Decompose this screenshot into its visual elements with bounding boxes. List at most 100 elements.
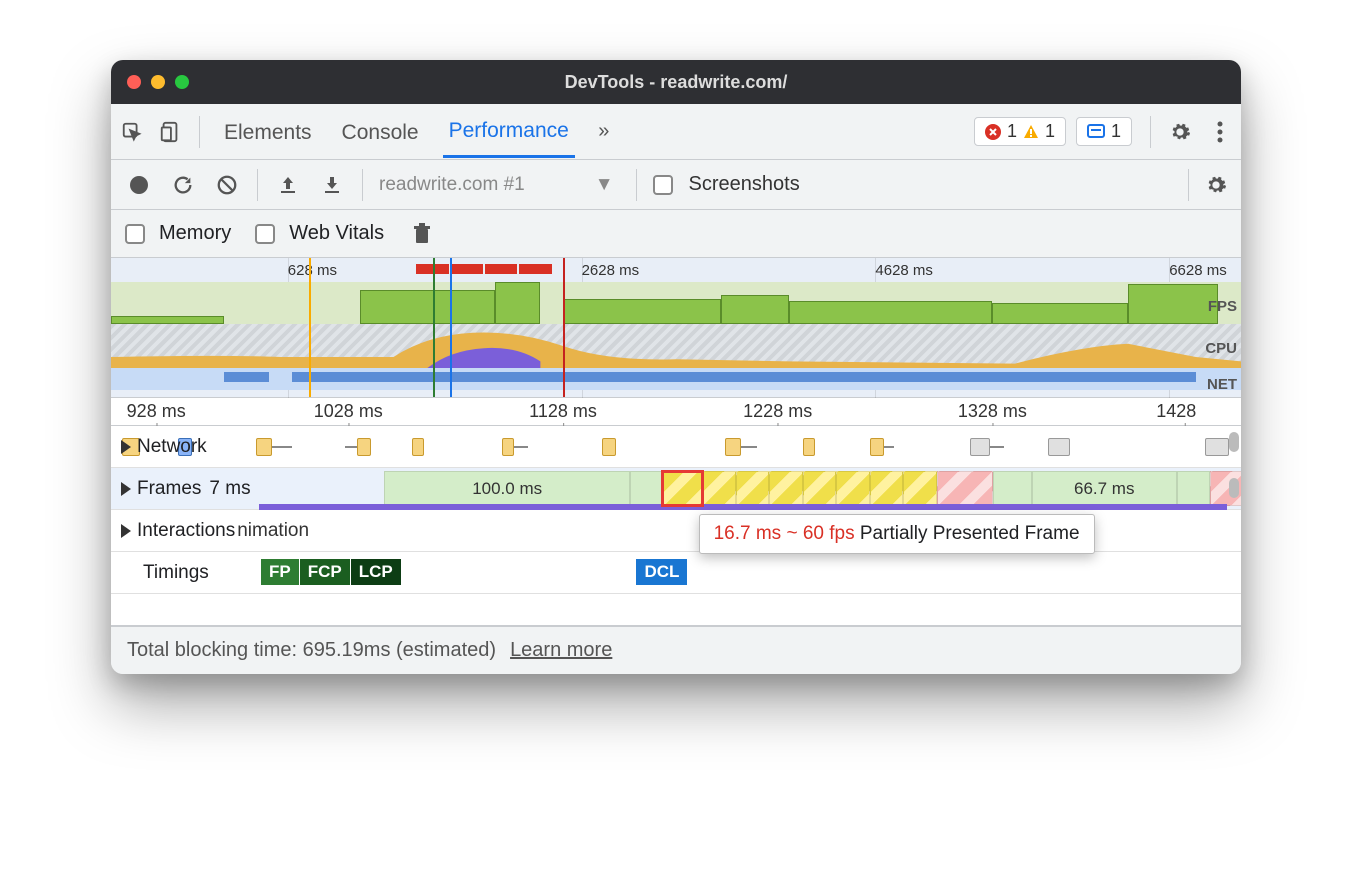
cpu-label: CPU	[1205, 340, 1237, 357]
ruler-tick: 1028 ms	[314, 401, 383, 422]
frame-block[interactable]	[903, 471, 936, 506]
frame-block[interactable]	[803, 471, 836, 506]
gc-button[interactable]	[412, 223, 432, 245]
tooltip-red: 16.7 ms ~ 60 fps	[714, 523, 855, 544]
memory-checkbox[interactable]	[125, 224, 145, 244]
error-count: 1	[1007, 121, 1017, 142]
load-profile-button[interactable]	[274, 171, 302, 199]
save-profile-button[interactable]	[318, 171, 346, 199]
frames-lane: 100.0 ms 66.7 ms	[111, 471, 1227, 506]
frame-block[interactable]: 66.7 ms	[1032, 471, 1177, 506]
issues-count: 1	[1111, 121, 1121, 142]
frame-block[interactable]	[937, 471, 993, 506]
main-tabbar: Elements Console Performance » 1 1 1	[111, 104, 1241, 160]
clear-button[interactable]	[213, 171, 241, 199]
timing-dcl[interactable]: DCL	[636, 559, 687, 585]
tooltip-label: Partially Presented Frame	[860, 523, 1080, 544]
inspect-icon[interactable]	[121, 121, 143, 143]
frame-block[interactable]	[769, 471, 802, 506]
minimize-icon[interactable]	[151, 75, 165, 89]
reload-record-button[interactable]	[169, 171, 197, 199]
ruler-tick: 928 ms	[127, 401, 186, 422]
tab-console[interactable]: Console	[336, 107, 425, 157]
device-toggle-icon[interactable]	[159, 121, 181, 143]
learn-more-link[interactable]: Learn more	[510, 639, 612, 662]
overview-marker	[450, 258, 452, 397]
overview-net	[111, 368, 1241, 390]
issues-badge[interactable]: 1	[1076, 117, 1132, 146]
overview-tick: 628 ms	[288, 262, 337, 279]
record-button[interactable]	[125, 171, 153, 199]
screenshots-label: Screenshots	[689, 173, 800, 196]
expand-icon[interactable]	[121, 482, 131, 496]
track-label: Timings	[143, 562, 209, 584]
frame-block[interactable]	[702, 471, 735, 506]
track-label: Frames	[137, 478, 201, 500]
titlebar: DevTools - readwrite.com/	[111, 60, 1241, 104]
track-timings[interactable]: Timings FPFCPLCP DCL	[111, 552, 1241, 594]
frame-block[interactable]	[836, 471, 869, 506]
webvitals-label: Web Vitals	[289, 222, 384, 245]
overview-panel[interactable]: 628 ms 2628 ms 4628 ms 6628 ms FPS CPU	[111, 258, 1241, 398]
ruler-tick: 1328 ms	[958, 401, 1027, 422]
track-label: Interactions	[137, 520, 235, 542]
chevron-down-icon: ▼	[595, 174, 614, 196]
overview-fps	[111, 282, 1241, 324]
session-select[interactable]: readwrite.com #1 ▼	[379, 174, 620, 196]
kebab-icon[interactable]	[1209, 121, 1231, 143]
frame-block[interactable]	[1177, 471, 1210, 506]
timing-fcp[interactable]: FCP	[300, 559, 350, 585]
console-status-badge[interactable]: 1 1	[974, 117, 1066, 146]
expand-icon[interactable]	[121, 440, 131, 454]
timing-lcp[interactable]: LCP	[351, 559, 401, 585]
track-network[interactable]: Network	[111, 426, 1241, 468]
memory-label: Memory	[159, 222, 231, 245]
perf-toolbar: readwrite.com #1 ▼ Screenshots	[111, 160, 1241, 210]
zoom-icon[interactable]	[175, 75, 189, 89]
warning-count: 1	[1045, 121, 1055, 142]
frame-duration: 7 ms	[209, 478, 250, 500]
track-empty	[111, 594, 1241, 626]
capture-settings-icon[interactable]	[1205, 174, 1227, 196]
scrollbar-thumb[interactable]	[1229, 432, 1239, 452]
overview-cpu	[111, 324, 1241, 368]
frame-block[interactable]: 100.0 ms	[384, 471, 630, 506]
overview-tick: 4628 ms	[875, 262, 933, 279]
warning-icon	[1023, 124, 1039, 140]
window-controls	[127, 75, 189, 89]
frame-block[interactable]	[630, 471, 663, 506]
tab-performance[interactable]: Performance	[443, 105, 575, 158]
interactions-bar	[259, 504, 1227, 510]
track-label: Network	[137, 436, 207, 458]
timeline-ruler[interactable]: 928 ms 1028 ms 1128 ms 1228 ms 1328 ms 1…	[111, 398, 1241, 426]
issues-icon	[1087, 124, 1105, 140]
overview-marker	[433, 258, 435, 397]
window-title: DevTools - readwrite.com/	[111, 72, 1241, 93]
perf-options: Memory Web Vitals	[111, 210, 1241, 258]
scrollbar-thumb[interactable]	[1229, 478, 1239, 498]
close-icon[interactable]	[127, 75, 141, 89]
net-label: NET	[1207, 376, 1237, 393]
fps-label: FPS	[1208, 298, 1237, 315]
frame-block[interactable]	[993, 471, 1032, 506]
frame-block[interactable]	[870, 471, 903, 506]
tab-elements[interactable]: Elements	[218, 107, 318, 157]
overview-marker	[563, 258, 565, 397]
overview-tick: 6628 ms	[1169, 262, 1227, 279]
error-icon	[985, 124, 1001, 140]
expand-icon[interactable]	[121, 524, 131, 538]
overview-tick: 2628 ms	[582, 262, 640, 279]
network-lane	[111, 432, 1227, 461]
overview-marker	[309, 258, 311, 397]
more-tabs-icon[interactable]: »	[593, 121, 615, 143]
blocking-time-label: Total blocking time: 695.19ms (estimated…	[127, 639, 496, 662]
session-label: readwrite.com #1	[379, 174, 525, 196]
webvitals-checkbox[interactable]	[255, 224, 275, 244]
screenshots-checkbox[interactable]	[653, 175, 673, 195]
footer: Total blocking time: 695.19ms (estimated…	[111, 626, 1241, 674]
frame-tooltip: 16.7 ms ~ 60 fps Partially Presented Fra…	[699, 514, 1095, 554]
timing-fp[interactable]: FP	[261, 559, 299, 585]
frame-selection	[661, 470, 703, 507]
frame-block[interactable]	[736, 471, 769, 506]
settings-icon[interactable]	[1169, 121, 1191, 143]
